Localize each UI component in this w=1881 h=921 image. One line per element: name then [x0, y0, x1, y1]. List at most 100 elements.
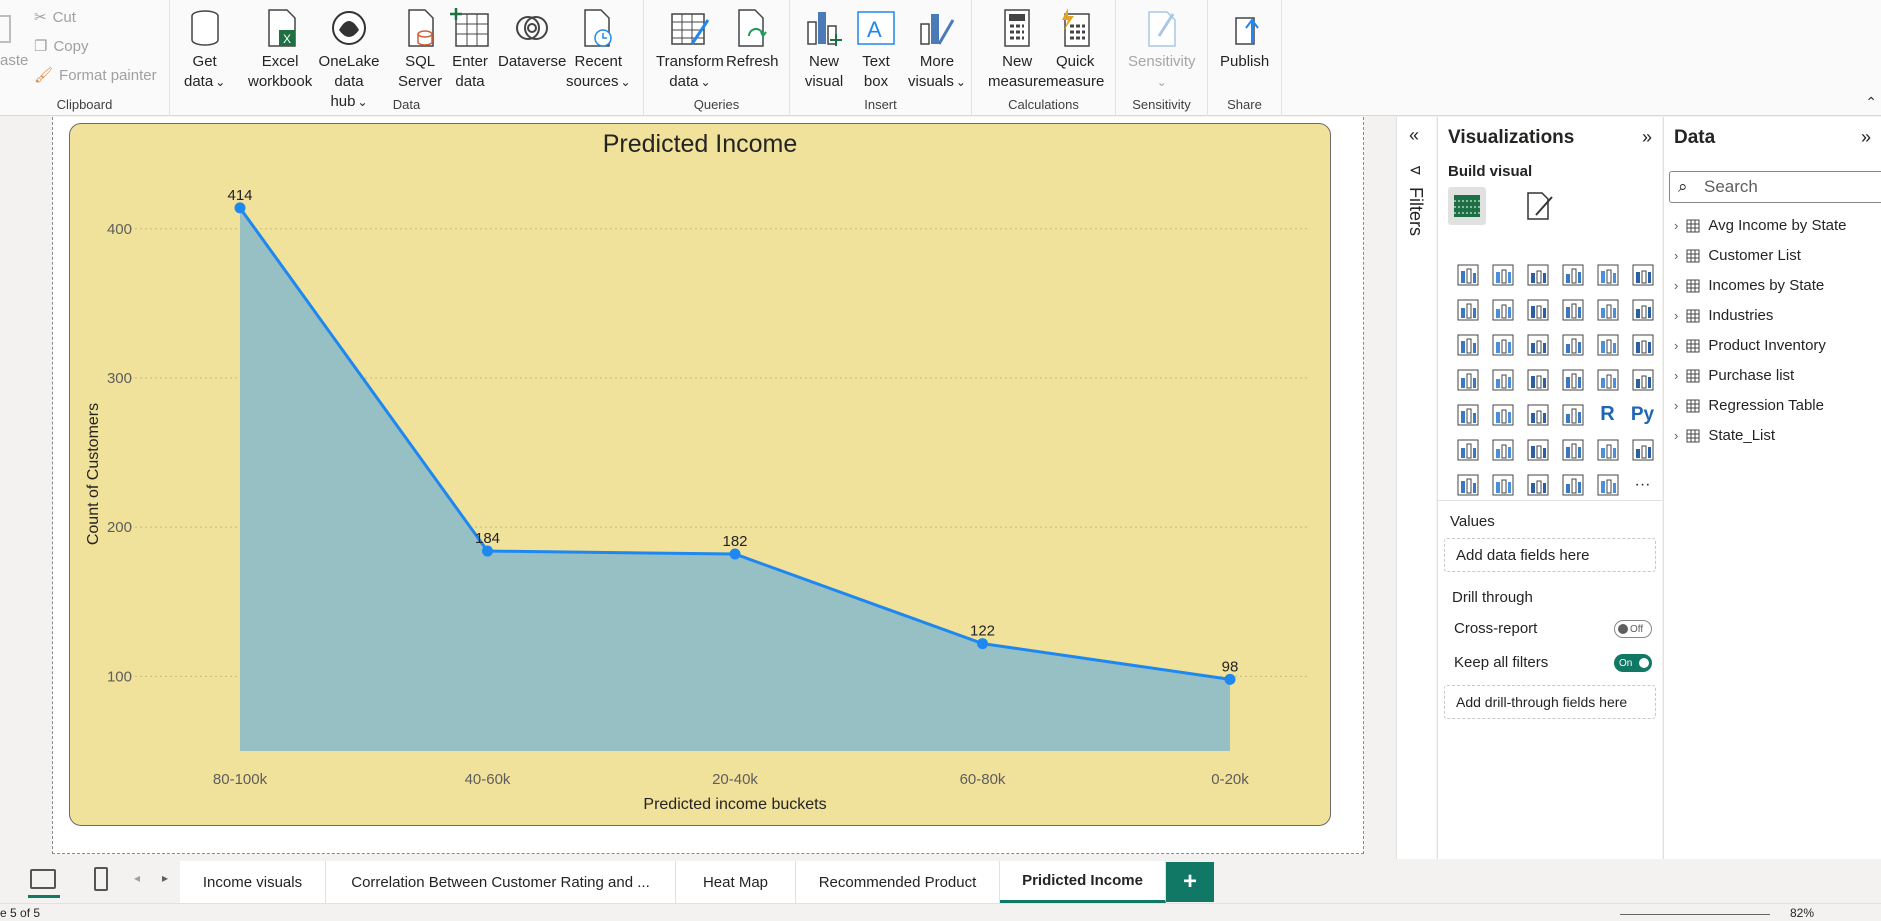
new-visual-button[interactable]: New visual: [804, 6, 844, 92]
filters-pane-collapsed[interactable]: « ⊲ Filters: [1396, 117, 1436, 859]
more-visuals-button[interactable]: More visuals: [908, 6, 966, 92]
sensitivity-label: Sensitivity: [1132, 97, 1191, 112]
table-icon: [1686, 399, 1700, 412]
matrix-icon[interactable]: [1555, 397, 1590, 432]
next-page-icon[interactable]: ▸: [162, 871, 168, 885]
page-tab[interactable]: Income visuals: [180, 861, 326, 903]
calculator-icon: [997, 6, 1037, 50]
data-table-item[interactable]: › Product Inventory: [1674, 337, 1826, 354]
page-tab[interactable]: Recommended Product: [796, 861, 1000, 903]
narrative-icon[interactable]: [1555, 432, 1590, 467]
waterfall-icon[interactable]: [1450, 327, 1485, 362]
stacked-area-icon[interactable]: [1520, 292, 1555, 327]
format-visual-tab[interactable]: [1522, 189, 1558, 225]
pie-icon[interactable]: [1555, 327, 1590, 362]
100-column-icon[interactable]: [1625, 257, 1660, 292]
collapse-visualizations-icon[interactable]: »: [1642, 127, 1652, 148]
paginated-icon[interactable]: [1625, 432, 1660, 467]
expand-filters-icon[interactable]: «: [1409, 125, 1419, 146]
format-painter-button[interactable]: 🖌 Format painter: [34, 66, 157, 85]
r-visual-icon[interactable]: R: [1590, 397, 1625, 432]
azure-map-icon[interactable]: [1520, 362, 1555, 397]
page-tab[interactable]: Correlation Between Customer Rating and …: [326, 861, 676, 903]
chevron-right-icon: ›: [1674, 278, 1679, 293]
recent-sources-button[interactable]: Recent sources: [566, 6, 631, 92]
sensitivity-button[interactable]: Sensitivity ⌄: [1128, 6, 1196, 92]
copy-button[interactable]: ❐ Copy: [34, 37, 88, 56]
line-icon[interactable]: [1450, 292, 1485, 327]
mobile-layout-icon[interactable]: [94, 867, 108, 891]
slicer-icon[interactable]: [1485, 397, 1520, 432]
metrics-icon[interactable]: [1590, 432, 1625, 467]
cross-report-toggle[interactable]: Off: [1614, 620, 1652, 638]
arcgis-icon[interactable]: [1520, 467, 1555, 502]
transform-data-button[interactable]: Transform data: [656, 6, 724, 92]
sql-server-button[interactable]: SQL Server: [398, 6, 442, 92]
kpi-icon[interactable]: [1450, 397, 1485, 432]
data-table-item[interactable]: › Regression Table: [1674, 397, 1824, 414]
stacked-bar-icon[interactable]: [1450, 257, 1485, 292]
cut-button[interactable]: ✂ Cut: [34, 8, 76, 27]
data-title: Data: [1674, 127, 1716, 148]
table-icon[interactable]: [1520, 397, 1555, 432]
treemap-icon[interactable]: [1625, 327, 1660, 362]
gauge-icon[interactable]: [1555, 362, 1590, 397]
quick-measure-button[interactable]: Quick measure: [1046, 6, 1104, 92]
desktop-layout-icon[interactable]: [30, 869, 56, 889]
line-column-icon[interactable]: [1555, 292, 1590, 327]
chevron-icon[interactable]: [1590, 467, 1625, 502]
card-icon[interactable]: [1590, 362, 1625, 397]
power-automate-icon[interactable]: [1485, 467, 1520, 502]
map-icon[interactable]: [1450, 362, 1485, 397]
data-table-item[interactable]: › Incomes by State: [1674, 277, 1824, 294]
clustered-bar-icon[interactable]: [1520, 257, 1555, 292]
get-data-button[interactable]: Get data: [184, 6, 225, 92]
page-tab[interactable]: Pridicted Income: [1000, 861, 1166, 903]
publish-button[interactable]: Publish: [1220, 6, 1269, 72]
diamond-icon[interactable]: [1555, 467, 1590, 502]
collapse-ribbon-icon[interactable]: ⌃: [1865, 94, 1877, 111]
stacked-column-icon[interactable]: [1485, 257, 1520, 292]
clustered-column-icon[interactable]: [1555, 257, 1590, 292]
data-label: Data: [392, 97, 421, 112]
keep-filters-toggle[interactable]: On: [1614, 654, 1652, 672]
enter-data-button[interactable]: Enter data: [450, 6, 490, 92]
dataverse-button[interactable]: Dataverse: [498, 6, 566, 72]
prev-page-icon[interactable]: ◂: [134, 871, 140, 885]
power-apps-icon[interactable]: [1450, 467, 1485, 502]
data-group: Getdata X Excelworkbook OneLake datahub …: [170, 0, 644, 116]
line-clustered-icon[interactable]: [1590, 292, 1625, 327]
database-icon: [185, 6, 225, 50]
add-page-button[interactable]: +: [1166, 862, 1214, 902]
drill-through-drop-zone[interactable]: Add drill-through fields here: [1444, 685, 1656, 719]
data-table-item[interactable]: › Customer List: [1674, 247, 1801, 264]
multi-row-card-icon[interactable]: [1625, 362, 1660, 397]
refresh-button[interactable]: Refresh: [726, 6, 779, 72]
data-search-input[interactable]: Search: [1669, 171, 1881, 203]
decomposition-tree-icon[interactable]: [1485, 432, 1520, 467]
qa-icon[interactable]: [1520, 432, 1555, 467]
area-chart-visual[interactable]: Predicted Income 100 200 300 400 414 80-100k 1…: [69, 123, 1331, 826]
zoom-slider[interactable]: [1620, 914, 1770, 915]
data-table-item[interactable]: › State_List: [1674, 427, 1775, 444]
data-table-item[interactable]: › Purchase list: [1674, 367, 1794, 384]
scatter-icon[interactable]: [1520, 327, 1555, 362]
page-tab[interactable]: Heat Map: [676, 861, 796, 903]
more-icon[interactable]: ···: [1625, 467, 1660, 502]
paste-button[interactable]: aste: [0, 52, 28, 69]
build-visual-tab[interactable]: [1448, 187, 1486, 225]
key-influencers-icon[interactable]: [1450, 432, 1485, 467]
data-table-item[interactable]: › Industries: [1674, 307, 1773, 324]
100-bar-icon[interactable]: [1590, 257, 1625, 292]
values-drop-zone[interactable]: Add data fields here: [1444, 538, 1656, 572]
filled-map-icon[interactable]: [1485, 362, 1520, 397]
donut-icon[interactable]: [1590, 327, 1625, 362]
area-icon[interactable]: [1485, 292, 1520, 327]
collapse-data-icon[interactable]: »: [1861, 127, 1871, 148]
ribbon-icon[interactable]: [1625, 292, 1660, 327]
new-measure-button[interactable]: New measure: [988, 6, 1046, 92]
funnel-icon[interactable]: [1485, 327, 1520, 362]
data-table-item[interactable]: › Avg Income by State: [1674, 217, 1846, 234]
python-visual-icon[interactable]: Py: [1625, 397, 1660, 432]
text-box-button[interactable]: A Text box: [856, 6, 896, 92]
